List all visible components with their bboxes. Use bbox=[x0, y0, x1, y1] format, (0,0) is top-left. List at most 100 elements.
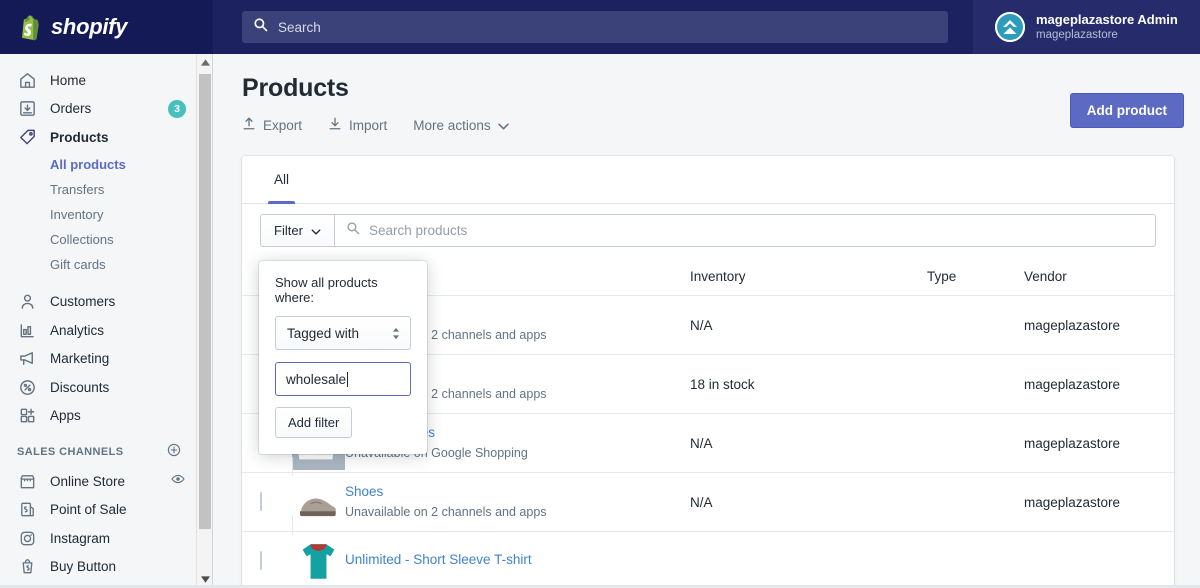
sidebar-item-label: Marketing bbox=[50, 351, 110, 367]
row-checkbox[interactable] bbox=[260, 551, 262, 570]
sidebar-subitem-transfers[interactable]: Transfers bbox=[0, 177, 196, 202]
column-header-inventory: Inventory bbox=[690, 268, 746, 284]
sidebar-item-buy-button[interactable]: Buy Button bbox=[0, 553, 196, 582]
sidebar-item-analytics[interactable]: Analytics bbox=[0, 316, 196, 345]
chevron-down-icon bbox=[497, 118, 509, 133]
sidebar-item-orders[interactable]: Orders 3 bbox=[0, 95, 196, 124]
discounts-percent-icon bbox=[17, 377, 37, 397]
search-products-input[interactable]: Search products bbox=[335, 214, 1156, 247]
sidebar-item-home[interactable]: Home bbox=[0, 66, 196, 95]
sidebar-subitem-label: All products bbox=[50, 156, 126, 172]
import-down-arrow-icon bbox=[328, 116, 342, 134]
sidebar-item-discounts[interactable]: Discounts bbox=[0, 373, 196, 402]
eye-icon[interactable] bbox=[170, 471, 186, 492]
sales-channels-section-header: SALES CHANNELS bbox=[0, 437, 196, 467]
export-label: Export bbox=[263, 117, 303, 133]
user-name: mageplazastore Admin bbox=[1036, 11, 1178, 27]
sidebar-scrollbar[interactable] bbox=[197, 54, 213, 588]
row-inventory-cell: N/A bbox=[690, 494, 713, 510]
import-label: Import bbox=[349, 117, 388, 133]
instagram-icon bbox=[17, 528, 37, 548]
select-updown-caret-icon bbox=[391, 326, 401, 341]
page-actions: Export Import More actions bbox=[242, 116, 509, 134]
row-inventory-cell: N/A bbox=[690, 317, 713, 333]
sidebar-subitem-label: Inventory bbox=[50, 206, 104, 222]
add-product-button[interactable]: Add product bbox=[1069, 93, 1184, 128]
user-identity: mageplazastore Admin mageplazastore bbox=[1036, 12, 1178, 43]
sidebar-subitem-inventory[interactable]: Inventory bbox=[0, 202, 196, 227]
row-inventory-cell: N/A bbox=[690, 435, 713, 451]
row-vendor-cell: mageplazastore bbox=[1024, 494, 1121, 510]
add-filter-button[interactable]: Add filter bbox=[275, 407, 353, 438]
orders-count-badge: 3 bbox=[168, 99, 186, 118]
import-button[interactable]: Import bbox=[328, 116, 387, 134]
tshirt-thumb bbox=[292, 515, 345, 588]
global-search-input[interactable]: Search bbox=[242, 11, 948, 43]
tab-all[interactable]: All bbox=[260, 156, 303, 204]
sidebar-item-apps[interactable]: Apps bbox=[0, 402, 196, 431]
filter-value-input[interactable]: wholesale bbox=[275, 362, 411, 396]
filter-type-value: Tagged with bbox=[287, 325, 360, 341]
sidebar-item-products[interactable]: Products bbox=[0, 123, 196, 152]
shopify-logo[interactable]: shopify bbox=[0, 0, 213, 54]
plus-circle-icon[interactable] bbox=[166, 442, 182, 463]
sidebar-item-label: Home bbox=[50, 72, 87, 88]
products-tabs: All bbox=[242, 156, 1174, 204]
row-vendor-cell: mageplazastore bbox=[1024, 317, 1121, 333]
sidebar-item-customers[interactable]: Customers bbox=[0, 288, 196, 317]
row-inventory-cell: 18 in stock bbox=[690, 376, 755, 392]
scroll-up-arrow-icon[interactable] bbox=[197, 54, 213, 71]
sidebar-item-label: Products bbox=[50, 129, 109, 145]
product-title-link[interactable]: Unlimited - Short Sleeve T-shirt bbox=[345, 552, 532, 567]
filter-popover-title: Show all products where: bbox=[275, 275, 378, 305]
sidebar-item-label: Orders bbox=[50, 101, 92, 117]
sidebar-scrollbar-thumb[interactable] bbox=[199, 74, 211, 529]
sales-channels-title: SALES CHANNELS bbox=[17, 446, 124, 458]
text-cursor bbox=[347, 371, 349, 387]
sidebar-item-label: Buy Button bbox=[50, 559, 117, 575]
sidebar-item-marketing[interactable]: Marketing bbox=[0, 345, 196, 374]
search-products-placeholder: Search products bbox=[369, 223, 468, 238]
table-row[interactable]: Shoes Unavailable on 2 channels and apps… bbox=[242, 456, 1174, 547]
sidebar-subitem-gift-cards[interactable]: Gift cards bbox=[0, 252, 196, 277]
row-product-cell: Unlimited - Short Sleeve T-shirt bbox=[345, 551, 690, 571]
column-header-vendor: Vendor bbox=[1024, 268, 1067, 284]
filter-bar: Filter Search products bbox=[242, 204, 1174, 257]
user-menu[interactable]: mageplazastore Admin mageplazastore bbox=[973, 0, 1200, 54]
shopify-admin-window: shopify Search mageplazastore Admin mage… bbox=[0, 0, 1200, 588]
row-product-cell: Shoes Unavailable on 2 channels and apps bbox=[345, 483, 690, 520]
sidebar-item-instagram[interactable]: Instagram bbox=[0, 524, 196, 553]
product-title-link[interactable]: Shoes bbox=[345, 484, 383, 499]
sidebar-item-online-store[interactable]: Online Store bbox=[0, 467, 196, 496]
search-icon bbox=[346, 221, 360, 240]
page-title: Products bbox=[242, 74, 349, 102]
point-of-sale-icon bbox=[17, 500, 37, 520]
sidebar-subitem-collections[interactable]: Collections bbox=[0, 227, 196, 252]
filter-button[interactable]: Filter bbox=[260, 214, 335, 247]
filter-button-label: Filter bbox=[274, 223, 303, 238]
row-checkbox-cell bbox=[260, 492, 292, 511]
store-avatar-icon bbox=[995, 12, 1025, 42]
sidebar-item-label: Point of Sale bbox=[50, 502, 127, 518]
more-actions-label: More actions bbox=[413, 117, 491, 133]
export-button[interactable]: Export bbox=[242, 116, 302, 134]
row-checkbox[interactable] bbox=[260, 492, 262, 511]
filter-type-select[interactable]: Tagged with bbox=[275, 316, 411, 350]
orders-icon bbox=[17, 99, 37, 119]
product-availability: Unavailable on 2 channels and apps bbox=[345, 504, 547, 519]
sidebar-item-label: Discounts bbox=[50, 379, 110, 395]
analytics-icon bbox=[17, 320, 37, 340]
customers-icon bbox=[17, 292, 37, 312]
more-actions-button[interactable]: More actions bbox=[413, 117, 509, 133]
buy-button-icon bbox=[17, 557, 37, 577]
sidebar-item-point-of-sale[interactable]: Point of Sale bbox=[0, 496, 196, 525]
sidebar-item-label: Instagram bbox=[50, 530, 111, 546]
home-icon bbox=[17, 70, 37, 90]
shopify-wordmark: shopify bbox=[51, 14, 128, 39]
sidebar-item-label: Customers bbox=[50, 294, 116, 310]
marketing-megaphone-icon bbox=[17, 349, 37, 369]
filter-value-text: wholesale bbox=[286, 371, 347, 387]
shopify-bag-icon bbox=[17, 14, 42, 41]
sidebar-subitem-all-products[interactable]: All products bbox=[0, 152, 196, 177]
table-row[interactable]: Unlimited - Short Sleeve T-shirt bbox=[242, 515, 1174, 588]
